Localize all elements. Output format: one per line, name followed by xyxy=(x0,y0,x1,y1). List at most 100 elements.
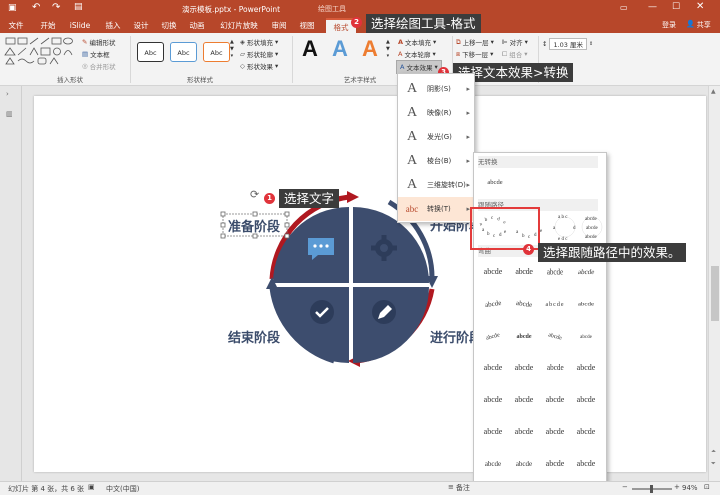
text-fill-button[interactable]: A 文本填充 ▾ xyxy=(398,37,436,47)
shape-fill-button[interactable]: ◈ 形状填充 ▾ xyxy=(240,37,278,47)
quick-access-icon[interactable]: ▤ xyxy=(74,2,83,12)
warp-option[interactable]: abcde xyxy=(571,357,601,379)
warp-option[interactable]: abcde xyxy=(571,389,601,411)
zoom-slider[interactable] xyxy=(632,485,672,493)
merge-shapes-button[interactable]: ◎ 合并形状 xyxy=(82,61,116,71)
send-backward-button[interactable]: ⧈ 下移一层 ▾ xyxy=(456,49,493,60)
warp-option[interactable]: abcde xyxy=(478,325,508,347)
warp-option[interactable]: abcde xyxy=(509,389,539,411)
warp-option[interactable]: abcde xyxy=(540,421,570,443)
rotate-handle-icon[interactable]: ⟳ xyxy=(250,188,259,201)
tab-islide[interactable]: iSlide xyxy=(66,18,94,33)
warp-option[interactable]: abcde xyxy=(540,357,570,379)
scroll-up-icon[interactable]: ▲ xyxy=(711,88,716,95)
tab-view[interactable]: 视图 xyxy=(296,18,318,33)
shape-outline-button[interactable]: ▱ 形状轮廓 ▾ xyxy=(240,49,278,59)
thumbnails-icon[interactable]: ▥ xyxy=(6,110,13,118)
text-box-button[interactable]: ▤ 文本框 xyxy=(82,49,110,59)
text-effects-button[interactable]: A 文本效果 ▾ xyxy=(396,60,442,74)
menu-item-transform[interactable]: abc 转换(T) ▸ xyxy=(398,197,474,221)
minimize-icon[interactable]: — xyxy=(648,2,657,12)
warp-option[interactable]: abcde xyxy=(478,421,508,443)
tab-home[interactable]: 开始 xyxy=(36,18,60,33)
shape-gallery[interactable] xyxy=(4,36,78,66)
align-button[interactable]: ⊫ 对齐 ▾ xyxy=(502,37,528,47)
warp-option[interactable]: abcde xyxy=(509,293,539,315)
maximize-icon[interactable]: ☐ xyxy=(672,2,680,12)
zoom-slider-thumb[interactable] xyxy=(650,485,653,493)
close-icon[interactable]: ✕ xyxy=(696,1,704,12)
tab-design[interactable]: 设计 xyxy=(130,18,152,33)
warp-option[interactable]: abcde xyxy=(509,421,539,443)
language-indicator[interactable]: 中文(中国) xyxy=(106,484,139,494)
warp-option[interactable]: abcde xyxy=(571,261,601,283)
shape-style-1[interactable]: Abc xyxy=(137,42,164,62)
shape-style-2[interactable]: Abc xyxy=(170,42,197,62)
edit-shape-button[interactable]: ✎ 编辑形状 xyxy=(82,37,115,47)
wordart-style-orange[interactable]: A xyxy=(362,36,378,62)
shape-effects-button[interactable]: ◇ 形状效果 ▾ xyxy=(240,61,278,71)
save-icon[interactable]: ▣ xyxy=(8,3,17,13)
login-link[interactable]: 登录 xyxy=(662,20,676,30)
redo-icon[interactable]: ↷ xyxy=(52,2,60,13)
fit-slide-icon[interactable]: ⊡ xyxy=(704,483,710,491)
spelling-icon[interactable]: ▣ xyxy=(88,483,95,491)
zoom-level[interactable]: 94% xyxy=(682,484,698,492)
warp-option[interactable]: abcde xyxy=(478,261,508,283)
warp-option[interactable]: abcde xyxy=(478,453,508,475)
tab-insert[interactable]: 插入 xyxy=(102,18,124,33)
menu-item-3d-rotation[interactable]: A 三维旋转(D) ▸ xyxy=(398,173,474,197)
collapse-pane-icon[interactable]: › xyxy=(6,90,9,98)
next-slide-icon[interactable]: ⏷ xyxy=(711,460,716,468)
warp-option[interactable]: abcde xyxy=(478,357,508,379)
stage-prepare-label[interactable]: 准备阶段 xyxy=(228,216,280,235)
warp-option[interactable]: abcde xyxy=(540,293,570,315)
vertical-scrollbar[interactable]: ▲ ⏶ ⏷ xyxy=(708,86,720,481)
ribbon-display-icon[interactable]: ▭ xyxy=(620,3,628,12)
bring-forward-button[interactable]: ⧉ 上移一层 ▾ xyxy=(456,37,494,48)
warp-option[interactable]: abcde xyxy=(571,421,601,443)
tab-review[interactable]: 审阅 xyxy=(268,18,290,33)
spinner-icon[interactable]: ⇕ xyxy=(589,41,593,47)
menu-item-glow[interactable]: A 发光(G) ▸ xyxy=(398,125,474,149)
thumbnail-pane[interactable]: › ▥ xyxy=(0,86,22,481)
menu-item-bevel[interactable]: A 棱台(B) ▸ xyxy=(398,149,474,173)
warp-option[interactable]: abcde xyxy=(478,389,508,411)
warp-option[interactable]: abcde xyxy=(540,453,570,475)
height-field[interactable]: ↕ 1.03 厘米 ⇕ xyxy=(542,38,593,50)
height-value[interactable]: 1.03 厘米 xyxy=(549,38,587,50)
zoom-out-icon[interactable]: − xyxy=(622,483,628,491)
tab-file[interactable]: 文件 xyxy=(4,18,28,33)
shape-style-scroll[interactable]: ▲ ▼ ▾ xyxy=(230,39,234,59)
warp-option[interactable]: abcde xyxy=(540,325,570,347)
shape-style-3[interactable]: Abc xyxy=(203,42,230,62)
menu-item-reflection[interactable]: A 映像(R) ▸ xyxy=(398,101,474,125)
warp-option[interactable]: abcde xyxy=(509,325,539,347)
tab-slideshow[interactable]: 幻灯片放映 xyxy=(214,18,264,33)
warp-option[interactable]: abcde xyxy=(509,453,539,475)
warp-option[interactable]: abcde xyxy=(540,261,570,283)
text-outline-button[interactable]: A 文本轮廓 ▾ xyxy=(398,49,436,59)
scroll-thumb[interactable] xyxy=(711,266,719,321)
warp-option[interactable]: abcde xyxy=(540,389,570,411)
zoom-in-icon[interactable]: + xyxy=(674,483,680,491)
prev-slide-icon[interactable]: ⏶ xyxy=(711,448,716,456)
warp-option[interactable]: abcde xyxy=(509,357,539,379)
tab-transitions[interactable]: 切换 xyxy=(158,18,180,33)
wordart-scroll[interactable]: ▲ ▼ ▾ xyxy=(386,39,390,59)
wordart-style-blue[interactable]: A xyxy=(332,36,348,62)
undo-icon[interactable]: ↶ xyxy=(32,2,40,13)
tab-animations[interactable]: 动画 xyxy=(186,18,208,33)
group-button[interactable]: ⧠ 组合 ▾ xyxy=(502,49,527,60)
share-button[interactable]: 👤 共享 xyxy=(686,20,711,30)
warp-option[interactable]: abcde xyxy=(571,453,601,475)
notes-button[interactable]: ≡ 备注 xyxy=(448,483,470,493)
warp-option[interactable]: abcde xyxy=(571,293,601,315)
stage-end-label[interactable]: 结束阶段 xyxy=(228,327,280,346)
warp-option[interactable]: abcde xyxy=(571,325,601,347)
wordart-style-black[interactable]: A xyxy=(302,36,318,62)
warp-option[interactable]: abcde xyxy=(509,261,539,283)
menu-item-shadow[interactable]: A 阴影(S) ▸ xyxy=(398,77,474,101)
no-transform-option[interactable]: abcde xyxy=(480,172,510,194)
warp-option[interactable]: abcde xyxy=(478,293,508,315)
